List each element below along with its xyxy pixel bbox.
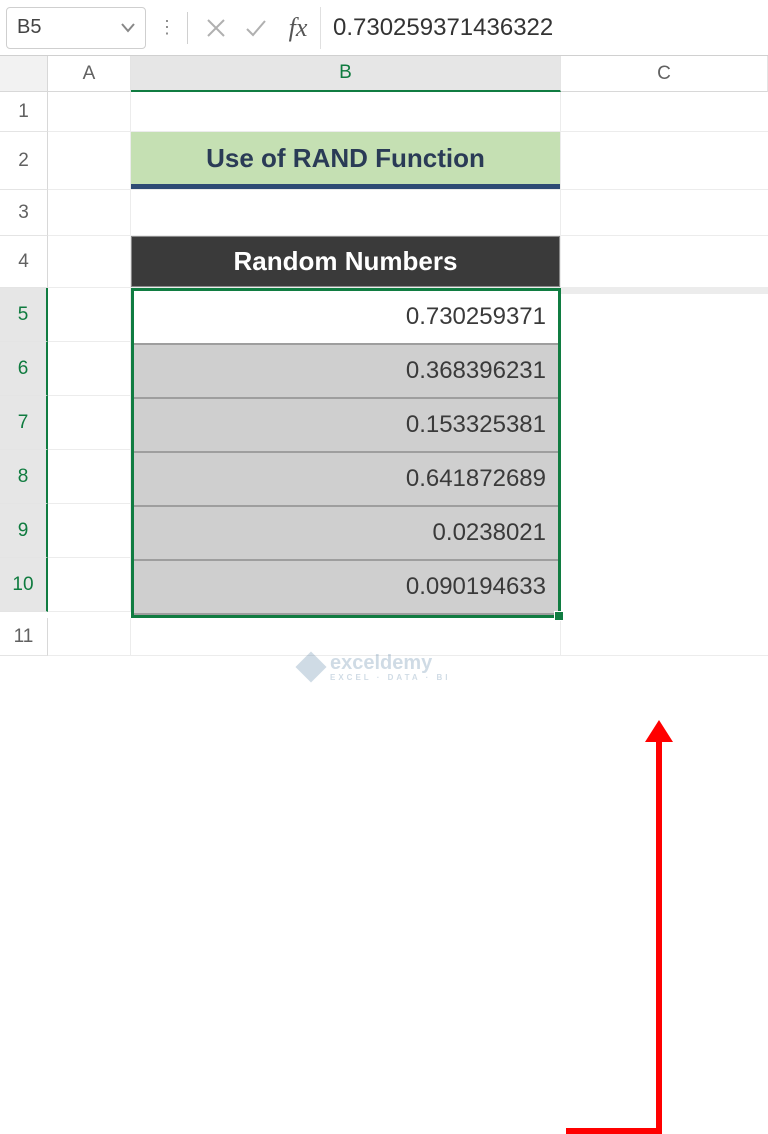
cell[interactable] (48, 132, 131, 190)
sheet-title: Use of RAND Function (131, 132, 560, 189)
cell[interactable] (48, 288, 131, 342)
cell[interactable] (48, 236, 131, 288)
table-header-cell[interactable]: Random Numbers (131, 236, 561, 288)
cell[interactable] (48, 190, 131, 236)
watermark: exceldemy EXCEL · DATA · BI (300, 652, 450, 682)
fill-handle[interactable] (554, 611, 564, 621)
selection-range[interactable]: 0.730259371 0.368396231 0.153325381 0.64… (131, 288, 561, 618)
divider (187, 12, 188, 44)
cell[interactable] (48, 396, 131, 450)
name-box[interactable]: B5 (6, 7, 146, 49)
row-header-11[interactable]: 11 (0, 618, 48, 656)
cell[interactable] (561, 236, 768, 288)
row-header-10[interactable]: 10 (0, 558, 48, 612)
row-header-5[interactable]: 5 (0, 288, 48, 342)
watermark-subtext: EXCEL · DATA · BI (330, 673, 450, 682)
vertical-dots-icon: ⋮ (156, 17, 179, 38)
col-header-b[interactable]: B (131, 56, 561, 92)
row-header-1[interactable]: 1 (0, 92, 48, 132)
formula-value[interactable]: 0.730259371436322 (320, 7, 762, 49)
data-cell[interactable]: 0.090194633 (134, 561, 558, 615)
data-cell[interactable]: 0.153325381 (134, 399, 558, 453)
col-header-a[interactable]: A (48, 56, 131, 92)
cancel-button[interactable] (196, 8, 236, 48)
select-all-corner[interactable] (0, 56, 48, 92)
chevron-down-icon[interactable] (121, 16, 135, 39)
formula-bar: B5 ⋮ fx 0.730259371436322 (0, 0, 768, 56)
cell[interactable] (131, 190, 561, 236)
cell[interactable] (561, 92, 768, 132)
data-cell[interactable]: 0.0238021 (134, 507, 558, 561)
column-headers: A B C (48, 56, 768, 92)
cell[interactable] (48, 342, 131, 396)
cell[interactable] (48, 558, 131, 612)
row-header-4[interactable]: 4 (0, 236, 48, 288)
data-cell[interactable]: 0.730259371 (134, 291, 558, 345)
logo-icon (295, 651, 326, 682)
data-cell[interactable]: 0.641872689 (134, 453, 558, 507)
cell[interactable] (131, 618, 561, 656)
fx-icon[interactable]: fx (276, 13, 320, 43)
cell[interactable] (48, 504, 131, 558)
data-cell[interactable]: 0.368396231 (134, 345, 558, 399)
row-header-9[interactable]: 9 (0, 504, 48, 558)
row-header-7[interactable]: 7 (0, 396, 48, 450)
table-header: Random Numbers (131, 236, 560, 287)
cell[interactable] (48, 618, 131, 656)
row-header-2[interactable]: 2 (0, 132, 48, 190)
name-box-value: B5 (17, 16, 41, 39)
watermark-text: exceldemy (330, 652, 432, 674)
row-header-6[interactable]: 6 (0, 342, 48, 396)
cell[interactable] (561, 190, 768, 236)
row-header-3[interactable]: 3 (0, 190, 48, 236)
cell[interactable] (48, 450, 131, 504)
cell[interactable] (561, 132, 768, 190)
spreadsheet-grid: A B C 1 2 Use of RAND Function 3 (0, 56, 768, 656)
row-header-8[interactable]: 8 (0, 450, 48, 504)
cell[interactable] (561, 618, 768, 656)
cell[interactable] (48, 92, 131, 132)
col-header-c[interactable]: C (561, 56, 768, 92)
enter-button[interactable] (236, 8, 276, 48)
cell[interactable] (131, 92, 561, 132)
title-cell-wrap[interactable]: Use of RAND Function (131, 132, 561, 190)
cell[interactable] (561, 293, 768, 294)
